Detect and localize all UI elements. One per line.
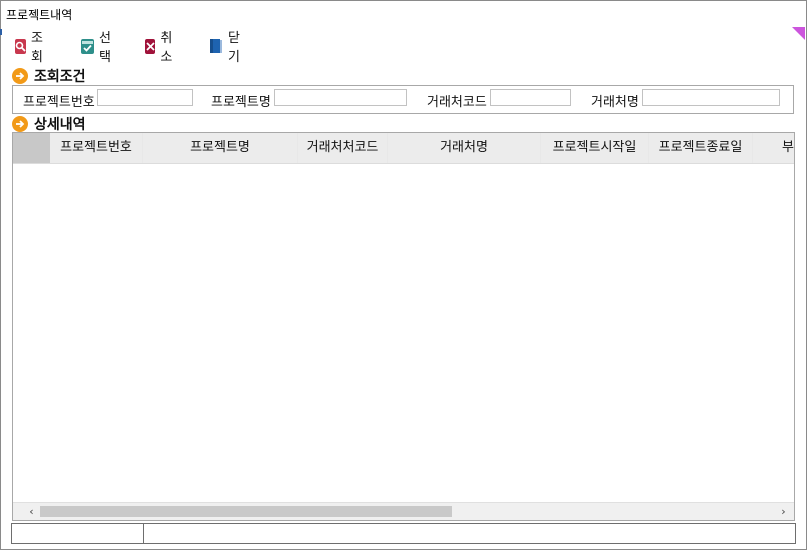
select-button[interactable]: 선택 [81, 31, 113, 65]
column-header-truncated[interactable]: 부 [753, 133, 794, 163]
arrow-right-icon [12, 116, 28, 132]
client-code-input[interactable] [490, 89, 571, 106]
x-icon [145, 38, 156, 54]
close-button[interactable]: 닫기 [208, 31, 240, 65]
scroll-left-icon[interactable]: ‹ [23, 503, 40, 520]
detail-grid[interactable]: 프로젝트번호 프로젝트명 거래처처코드 거래처명 프로젝트시작일 프로젝트종료일… [12, 132, 795, 521]
project-name-input[interactable] [274, 89, 407, 106]
column-header-end-date[interactable]: 프로젝트종료일 [649, 133, 753, 163]
detail-section-title: 상세내역 [34, 117, 86, 133]
column-header-project-number[interactable]: 프로젝트번호 [50, 133, 143, 163]
column-header-client-name[interactable]: 거래처명 [388, 133, 541, 163]
row-header-corner[interactable] [13, 133, 50, 163]
window-edge-marker [0, 29, 2, 35]
cancel-button-label: 취소 [160, 31, 173, 65]
project-name-label: 프로젝트명 [211, 95, 271, 110]
project-number-input[interactable] [97, 89, 193, 106]
column-header-client-code[interactable]: 거래처처코드 [298, 133, 388, 163]
dialog-window: 프로젝트내역 조회 선택 취소 닫기 조회조건 프로젝트번호 프로젝트명 거래처… [0, 0, 807, 550]
client-name-input[interactable] [642, 89, 780, 106]
grid-header: 프로젝트번호 프로젝트명 거래처처코드 거래처명 프로젝트시작일 프로젝트종료일… [13, 133, 794, 164]
arrow-right-icon [12, 68, 28, 84]
status-cell-2 [144, 524, 794, 543]
project-number-label: 프로젝트번호 [23, 95, 95, 110]
scroll-right-icon[interactable]: › [775, 503, 792, 520]
status-bar [11, 523, 796, 544]
search-conditions-panel: 프로젝트번호 프로젝트명 거래처코드 거래처명 [12, 85, 794, 114]
checkbox-icon [81, 38, 94, 54]
status-cell-1 [12, 524, 144, 543]
search-section-title: 조회조건 [34, 69, 86, 85]
search-section-header: 조회조건 [12, 66, 86, 86]
client-code-label: 거래처코드 [427, 95, 487, 110]
scrollbar-thumb[interactable] [40, 506, 452, 517]
select-button-label: 선택 [99, 31, 111, 65]
column-header-start-date[interactable]: 프로젝트시작일 [541, 133, 649, 163]
corner-marker-icon [792, 27, 805, 40]
window-title: 프로젝트내역 [6, 8, 73, 22]
horizontal-scrollbar[interactable]: ‹ › [13, 502, 794, 520]
search-button[interactable]: 조회 [15, 31, 47, 65]
client-name-label: 거래처명 [591, 95, 639, 110]
close-button-label: 닫기 [228, 31, 240, 65]
cancel-button[interactable]: 취소 [145, 31, 177, 65]
book-icon [208, 39, 223, 54]
column-header-project-name[interactable]: 프로젝트명 [143, 133, 298, 163]
magnifier-icon [15, 38, 26, 54]
detail-section-header: 상세내역 [12, 114, 86, 134]
search-button-label: 조회 [31, 31, 43, 65]
